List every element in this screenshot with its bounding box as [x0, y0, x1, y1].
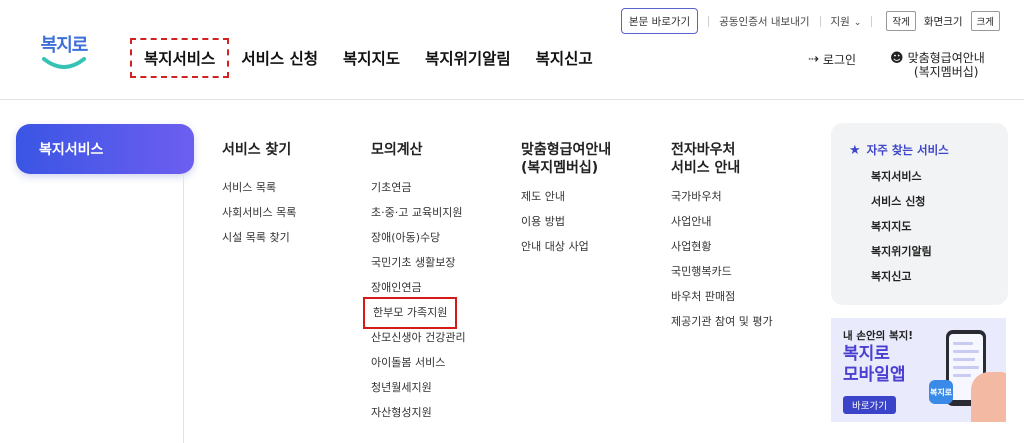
mobile-app-banner[interactable]: 내 손안의 복지! 복지로 모바일앱 복지로 바로가기: [831, 318, 1006, 422]
user-plus-icon: ☻: [890, 51, 904, 66]
menu-item[interactable]: 아이돌봄 서비스: [371, 355, 466, 380]
skip-to-content-button[interactable]: 본문 바로가기: [620, 8, 699, 34]
star-icon: ★: [849, 142, 861, 158]
menu-item[interactable]: 사업현황: [671, 239, 773, 264]
vertical-divider: [183, 174, 184, 443]
cert-export-link[interactable]: 공동인증서 내보내기: [719, 14, 809, 29]
menu-item[interactable]: 제도 안내: [521, 189, 611, 214]
menu-item[interactable]: 사회서비스 목록: [222, 205, 296, 230]
zoom-in-button[interactable]: 크게: [970, 11, 1000, 31]
menu-item[interactable]: 국민행복카드: [671, 264, 773, 289]
menu-item[interactable]: 초·중·고 교육비지원: [371, 205, 466, 230]
header: 본문 바로가기 공동인증서 내보내기 지원 ⌄ 작게 화면크기 크게 복지로 복지…: [0, 0, 1024, 100]
custom-benefit-label-line1: 맞춤형급여안내: [907, 51, 985, 65]
support-label: 지원: [830, 15, 850, 28]
logo-smile-icon: [42, 57, 86, 69]
menu-item[interactable]: 기초연금: [371, 180, 466, 205]
favorite-item[interactable]: 복지지도: [871, 219, 1008, 244]
menu-item[interactable]: 서비스 목록: [222, 180, 296, 205]
banner-subtitle: 내 손안의 복지!: [843, 330, 914, 342]
custom-benefit-link[interactable]: ☻ 맞춤형급여안내 (복지멤버십): [890, 51, 985, 79]
column-title-line2: (복지멤버십): [521, 160, 599, 176]
favorite-item[interactable]: 복지위기알림: [871, 244, 1008, 269]
logo-text: 복지로: [40, 35, 89, 56]
banner-go-button[interactable]: 바로가기: [843, 396, 896, 414]
divider: [871, 15, 873, 27]
menu-item[interactable]: 사업안내: [671, 214, 773, 239]
mega-menu-title[interactable]: 복지서비스: [16, 124, 194, 174]
login-link[interactable]: ⇢ 로그인: [808, 51, 856, 68]
zoom-out-button[interactable]: 작게: [886, 11, 916, 31]
favorite-item[interactable]: 복지신고: [871, 269, 1008, 294]
column-title-line2: 서비스 안내: [671, 160, 741, 176]
chevron-down-icon: ⌄: [853, 17, 862, 28]
divider: [708, 15, 710, 27]
menu-item[interactable]: 국가바우처: [671, 189, 773, 214]
menu-item[interactable]: 청년월세지원: [371, 380, 466, 405]
menu-item[interactable]: 제공기관 참여 및 평가: [671, 314, 773, 339]
column-title-line1: 전자바우처: [671, 142, 736, 158]
site-logo[interactable]: 복지로: [38, 31, 90, 77]
nav-service-application[interactable]: 서비스 신청: [241, 38, 318, 78]
column-title: 서비스 찾기: [222, 142, 292, 158]
nav-welfare-services[interactable]: 복지서비스: [130, 38, 230, 78]
favorite-services-panel: ★ 자주 찾는 서비스 복지서비스 서비스 신청 복지지도 복지위기알림 복지신…: [831, 123, 1008, 305]
nav-crisis-alert[interactable]: 복지위기알림: [425, 38, 511, 78]
utility-bar: 본문 바로가기 공동인증서 내보내기 지원 ⌄ 작게 화면크기 크게: [620, 8, 1004, 34]
favorite-services-title: ★ 자주 찾는 서비스: [849, 142, 949, 158]
nav-welfare-map[interactable]: 복지지도: [343, 38, 400, 78]
menu-item-single-parent-support[interactable]: 한부모 가족지원: [362, 297, 466, 330]
main-nav: 복지서비스 서비스 신청 복지지도 복지위기알림 복지신고: [130, 38, 618, 78]
support-dropdown[interactable]: 지원 ⌄: [831, 14, 862, 29]
menu-item[interactable]: 장애인연금: [371, 280, 466, 305]
menu-item[interactable]: 시설 목록 찾기: [222, 230, 296, 255]
column-title: 모의계산: [371, 142, 423, 158]
menu-item[interactable]: 안내 대상 사업: [521, 239, 611, 264]
favorite-item[interactable]: 복지서비스: [871, 169, 1008, 194]
menu-column-e-voucher: 전자바우처 서비스 안내 국가바우처 사업안내 사업현황 국민행복카드 바우처 …: [671, 141, 773, 339]
menu-column-mock-calculation: 모의계산 기초연금 초·중·고 교육비지원 장애(아동)수당 국민기초 생활보장…: [362, 141, 466, 430]
menu-item[interactable]: 이용 방법: [521, 214, 611, 239]
column-title-line1: 맞춤형급여안내: [521, 142, 612, 158]
login-icon: ⇢: [808, 52, 819, 67]
nav-welfare-report[interactable]: 복지신고: [536, 38, 593, 78]
banner-title: 복지로 모바일앱: [843, 344, 906, 385]
hand-illustration: [971, 372, 1006, 422]
login-label: 로그인: [822, 53, 857, 67]
favorite-item[interactable]: 서비스 신청: [871, 194, 1008, 219]
app-icon: 복지로: [929, 380, 953, 404]
menu-item[interactable]: 국민기초 생활보장: [371, 255, 466, 280]
divider: [819, 15, 821, 27]
mega-menu: 복지서비스 서비스 찾기 서비스 목록 사회서비스 목록 시설 목록 찾기 모의…: [0, 100, 1024, 443]
zoom-label: 화면크기: [923, 15, 963, 28]
custom-benefit-label-line2: (복지멤버십): [913, 65, 979, 79]
menu-item[interactable]: 바우처 판매점: [671, 289, 773, 314]
menu-item[interactable]: 산모신생아 건강관리: [371, 330, 466, 355]
menu-column-find-service: 서비스 찾기 서비스 목록 사회서비스 목록 시설 목록 찾기: [222, 141, 296, 255]
menu-item[interactable]: 장애(아동)수당: [371, 230, 466, 255]
menu-item[interactable]: 자산형성지원: [371, 405, 466, 430]
menu-column-custom-benefit: 맞춤형급여안내 (복지멤버십) 제도 안내 이용 방법 안내 대상 사업: [521, 141, 611, 264]
